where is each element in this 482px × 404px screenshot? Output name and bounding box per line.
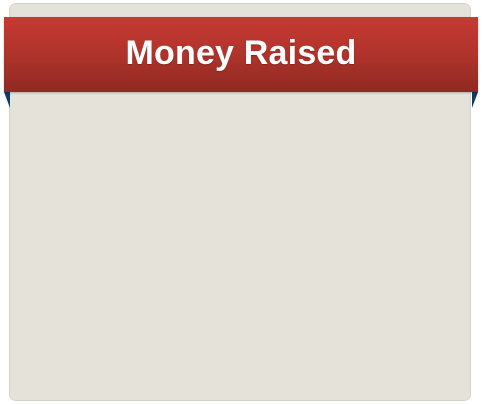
ribbon-fold-right (472, 92, 478, 108)
ribbon-fold-left (4, 92, 10, 108)
widget-stage: Money Raised (0, 0, 482, 404)
header-banner: Money Raised (4, 17, 478, 92)
banner-title: Money Raised (125, 34, 357, 72)
